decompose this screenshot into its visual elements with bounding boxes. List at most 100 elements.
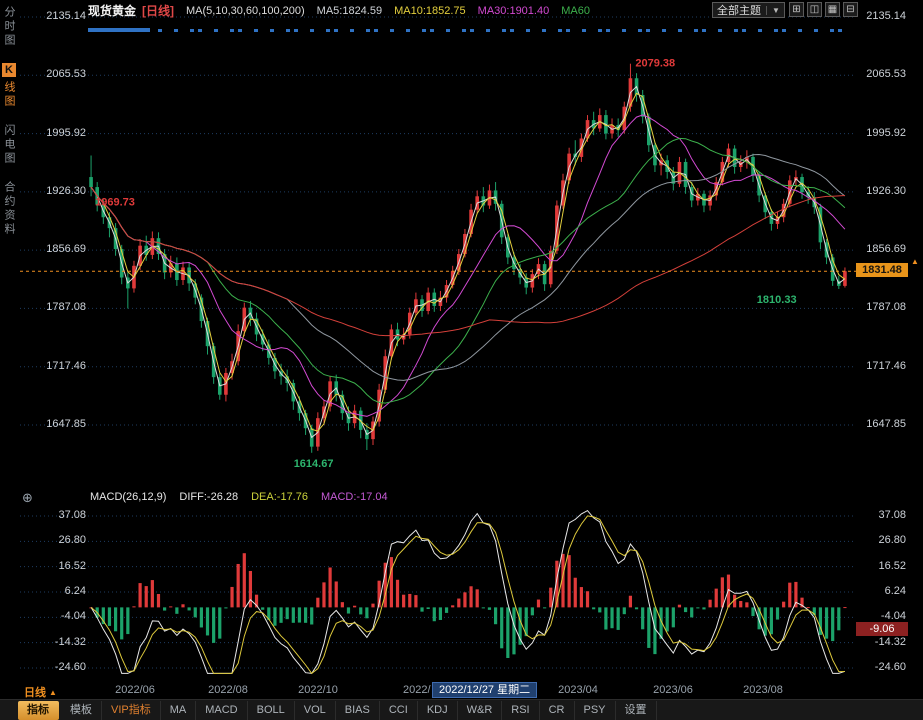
price-axis-label: 1926.30 [856, 185, 906, 197]
toolbar-tab-settings[interactable]: 设置 [616, 701, 657, 720]
theme-dropdown[interactable]: 全部主题 ▼ [712, 2, 785, 18]
view-range-bar [88, 28, 150, 32]
layout-split-icon[interactable]: ◫ [807, 2, 822, 17]
ma-settings-label: MA(5,10,30,60,100,200) [186, 5, 305, 17]
toolbar-tab-vol[interactable]: VOL [295, 701, 336, 720]
add-indicator-icon[interactable]: ⊕ [22, 490, 33, 506]
period-up-arrow-icon: ▲ [49, 688, 57, 697]
x-axis-row: 2022/12/27 星期二 2022/06 2022/08 2022/10 2022… [0, 681, 923, 699]
x-axis-label: 2022/10 [298, 684, 338, 696]
x-axis-label: 2023/04 [558, 684, 598, 696]
ma60-value: MA60 [561, 5, 590, 17]
ma-line-100 [91, 155, 845, 381]
price-annotation: 1969.73 [95, 197, 135, 209]
price-axis-label: 1787.08 [856, 301, 906, 313]
chart-header: 现货黄金 [日线] MA(5,10,30,60,100,200) MA5:182… [88, 2, 590, 19]
toolbar-tab-bias[interactable]: BIAS [336, 701, 380, 720]
toolbar-tab-ma[interactable]: MA [161, 701, 197, 720]
sidebar-item-kline-chart[interactable]: K 线图 [1, 63, 17, 109]
layout-single-icon[interactable]: ⊞ [789, 2, 804, 17]
indicator-toolbar: 指标模板VIP指标MAMACDBOLLVOLBIASCCIKDJW&RRSICR… [0, 699, 923, 720]
macd-axis-label: 16.52 [856, 560, 906, 572]
macd-axis-label: -14.32 [856, 636, 906, 648]
x-axis-label: 2023/08 [743, 684, 783, 696]
macd-macd-value: MACD:-17.04 [321, 491, 388, 503]
last-price-badge: 1831.48 [856, 263, 908, 277]
layout-icons-group: ⊞◫▦⊟ [789, 2, 858, 17]
toolbar-tab-wr[interactable]: W&R [458, 701, 503, 720]
price-axis-label: 2065.53 [856, 68, 906, 80]
macd-params-label: MACD(26,12,9) [90, 491, 166, 503]
macd-axis-label: 6.24 [856, 585, 906, 597]
layout-grid-icon[interactable]: ▦ [825, 2, 840, 17]
ma5-value: MA5:1824.59 [317, 5, 382, 17]
macd-header: MACD(26,12,9) DIFF:-26.28 DEA:-17.76 MAC… [90, 491, 388, 503]
ma-line-30 [91, 115, 845, 416]
price-axis-label: 1647.85 [856, 418, 906, 430]
price-axis-label: 1647.85 [20, 418, 86, 430]
toolbar-tab-macd[interactable]: MACD [196, 701, 247, 720]
ma10-value: MA10:1852.75 [394, 5, 466, 17]
price-up-arrow-icon: ▲ [911, 257, 919, 266]
ma30-value: MA30:1901.40 [478, 5, 550, 17]
x-axis-label: 2022/ [403, 684, 431, 696]
period-tag: [日线] [142, 2, 174, 19]
macd-diff-value: DIFF:-26.28 [179, 491, 238, 503]
price-axis-label: 1856.69 [856, 243, 906, 255]
price-axis-label: 1717.46 [20, 360, 86, 372]
macd-axis-label: -14.32 [20, 636, 86, 648]
period-indicator[interactable]: 日线 ▲ [24, 684, 57, 700]
toolbar-tab-cci[interactable]: CCI [380, 701, 418, 720]
toolbar-tab-kdj[interactable]: KDJ [418, 701, 458, 720]
macd-axis-label: 16.52 [20, 560, 86, 572]
ma-line-10 [91, 93, 845, 431]
macd-dea-line [91, 516, 845, 674]
toolbar-tab-indicators[interactable]: 指标 [18, 701, 59, 720]
price-annotation: 2079.38 [635, 58, 675, 70]
macd-axis-label: 26.80 [20, 534, 86, 546]
ma-line-60 [91, 138, 845, 403]
theme-dropdown-label: 全部主题 [717, 2, 761, 18]
price-axis-label: 1926.30 [20, 185, 86, 197]
toolbar-tab-cr[interactable]: CR [540, 701, 575, 720]
price-annotation: 1614.67 [294, 458, 334, 470]
macd-axis-label: 6.24 [20, 585, 86, 597]
price-axis-label: 2135.14 [856, 10, 906, 22]
price-axis-label: 1856.69 [20, 243, 86, 255]
sidebar-item-label: 线图 [3, 81, 15, 109]
macd-axis-label: -24.60 [856, 661, 906, 673]
toolbar-tab-boll[interactable]: BOLL [248, 701, 295, 720]
macd-axis-label: 37.08 [856, 509, 906, 521]
price-annotation: 1810.33 [757, 294, 797, 306]
crosshair-date-label: 2022/12/27 星期二 [432, 682, 537, 698]
price-axis-label: 2065.53 [20, 68, 86, 80]
symbol-name: 现货黄金 [88, 2, 136, 19]
sidebar-item-contract-info[interactable]: 合约资料 [1, 181, 17, 237]
price-axis-label: 1787.08 [20, 301, 86, 313]
toolbar-tab-psy[interactable]: PSY [575, 701, 616, 720]
macd-value-badge: -9.06 [856, 622, 908, 636]
toolbar-tab-templates[interactable]: 模板 [61, 701, 102, 720]
left-sidebar: 分时图 K 线图闪电图合约资料 [0, 6, 18, 237]
period-label: 日线 [24, 684, 46, 700]
chevron-down-icon: ▼ [766, 6, 780, 15]
macd-dea-value: DEA:-17.76 [251, 491, 308, 503]
macd-axis-label: -4.04 [20, 610, 86, 622]
toolbar-tab-vip-indicators[interactable]: VIP指标 [102, 701, 161, 720]
candlestick-macd-chart[interactable]: 1969.73 2079.38 1614.67 1810.33 [0, 0, 923, 698]
macd-axis-label: 37.08 [20, 509, 86, 521]
kline-k-badge: K [2, 63, 16, 77]
price-axis-label: 1995.92 [856, 127, 906, 139]
x-axis-label: 2023/06 [653, 684, 693, 696]
ma-line-5 [91, 87, 845, 438]
sidebar-item-time-share-chart[interactable]: 分时图 [1, 6, 17, 48]
toolbar-tab-rsi[interactable]: RSI [502, 701, 539, 720]
x-axis-label: 2022/06 [115, 684, 155, 696]
price-axis-label: 1717.46 [856, 360, 906, 372]
x-axis-label: 2022/08 [208, 684, 248, 696]
price-axis-label: 1995.92 [20, 127, 86, 139]
macd-axis-label: 26.80 [856, 534, 906, 546]
price-axis-label: 2135.14 [20, 10, 86, 22]
trading-app-window: 1969.73 2079.38 1614.67 1810.33 分时图 K 线图闪电图合约… [0, 0, 923, 720]
sidebar-item-flash-chart[interactable]: 闪电图 [1, 124, 17, 166]
